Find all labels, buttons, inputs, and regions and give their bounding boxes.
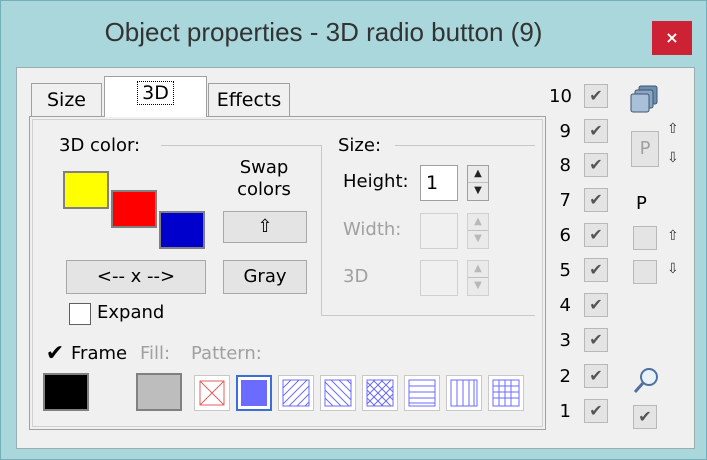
- layer-number: 4: [559, 295, 571, 316]
- layer-checkbox[interactable]: ✔: [584, 119, 608, 143]
- layer-number: 8: [559, 155, 571, 176]
- pattern-vertical-icon: [450, 379, 478, 407]
- tab-size[interactable]: Size: [31, 83, 102, 116]
- layer-checkbox[interactable]: ✔: [584, 153, 608, 177]
- frame-color-swatch[interactable]: [43, 373, 89, 411]
- pattern-grid-icon: [492, 379, 520, 407]
- fill-label: Fill:: [140, 343, 171, 364]
- spin-up-icon[interactable]: ▲: [468, 214, 488, 231]
- title-bar[interactable]: Object properties - 3D radio button (9) …: [1, 1, 706, 73]
- expand-label: Expand: [97, 302, 165, 323]
- layer-number: 3: [559, 330, 571, 351]
- width-spinner[interactable]: ▲ ▼: [467, 213, 489, 249]
- pattern-grid[interactable]: [488, 375, 524, 411]
- pattern-none[interactable]: [194, 375, 230, 411]
- size-group-left-line: [321, 145, 322, 315]
- frame-checkbox[interactable]: ✔: [44, 343, 66, 366]
- d3-size-spinner[interactable]: ▲ ▼: [467, 260, 489, 296]
- size-group-top-line: [395, 145, 535, 146]
- pattern-diagonal-down-icon: [324, 379, 352, 407]
- pattern-diagonal-up-icon: [282, 379, 310, 407]
- layer-checkbox[interactable]: ✔: [584, 399, 608, 423]
- layer-number: 2: [559, 366, 571, 387]
- p-button[interactable]: P: [631, 131, 659, 167]
- swap-colors-label-2: colors: [237, 179, 291, 200]
- pattern-cross-diagonal-icon: [366, 379, 394, 407]
- layer-number: 7: [559, 190, 571, 211]
- move-down-checkbox[interactable]: [633, 260, 657, 284]
- swap-colors-label-1: Swap: [239, 157, 289, 178]
- pattern-label: Pattern:: [191, 343, 262, 364]
- zoom-checkbox[interactable]: ✔: [633, 405, 657, 429]
- layer-number: 6: [559, 225, 571, 246]
- move-up-checkbox[interactable]: [633, 226, 657, 250]
- color-swatch-yellow[interactable]: [63, 171, 109, 209]
- arrow-up-icon: ⇧: [257, 216, 273, 237]
- size-group-bottom-line: [321, 315, 535, 316]
- pattern-solid[interactable]: [236, 375, 272, 411]
- pattern-solid-icon: [241, 380, 267, 406]
- spin-down-icon[interactable]: ▼: [468, 231, 488, 248]
- pattern-diagonal-up[interactable]: [278, 375, 314, 411]
- arrow-up-icon[interactable]: ⇧: [667, 228, 679, 244]
- pattern-horizontal[interactable]: [404, 375, 440, 411]
- pattern-none-icon: [199, 380, 225, 406]
- layer-checkbox[interactable]: ✔: [584, 328, 608, 352]
- size-heading: Size:: [338, 135, 382, 156]
- expand-checkbox[interactable]: [69, 303, 91, 325]
- layer-checkbox[interactable]: ✔: [584, 223, 608, 247]
- height-label: Height:: [343, 171, 409, 192]
- window-title: Object properties - 3D radio button (9): [104, 17, 543, 47]
- fill-color-swatch[interactable]: [136, 373, 182, 411]
- pattern-horizontal-icon: [408, 379, 436, 407]
- arrow-up-icon[interactable]: ⇧: [667, 121, 679, 137]
- spin-down-icon[interactable]: ▼: [468, 183, 488, 200]
- color-swatch-blue[interactable]: [159, 211, 205, 249]
- close-button[interactable]: ×: [652, 21, 692, 55]
- height-input[interactable]: 1: [420, 165, 458, 201]
- layer-checkbox[interactable]: ✔: [584, 258, 608, 282]
- layer-number: 10: [549, 86, 572, 107]
- frame-label: Frame: [71, 343, 128, 364]
- layers-icon[interactable]: [629, 84, 661, 118]
- color3d-group-line: [161, 145, 321, 146]
- arrow-down-icon[interactable]: ⇩: [667, 261, 679, 277]
- layer-number: 9: [559, 121, 571, 142]
- arrow-down-icon[interactable]: ⇩: [667, 150, 679, 166]
- swap-colors-button[interactable]: ⇧: [223, 211, 307, 243]
- width-input[interactable]: [420, 213, 458, 249]
- layer-checkbox[interactable]: ✔: [584, 188, 608, 212]
- pattern-cross-diagonal[interactable]: [362, 375, 398, 411]
- color3d-heading: 3D color:: [59, 135, 141, 156]
- magnifier-icon[interactable]: [631, 366, 661, 400]
- layer-checkbox[interactable]: ✔: [584, 84, 608, 108]
- layer-number: 1: [559, 401, 571, 422]
- width-label: Width:: [343, 219, 402, 240]
- d3-size-label: 3D: [343, 266, 369, 287]
- gray-button[interactable]: Gray: [223, 260, 307, 294]
- exchange-colors-button[interactable]: <-- x -->: [66, 260, 206, 294]
- tab-3d[interactable]: 3D: [104, 76, 207, 117]
- pattern-diagonal-down[interactable]: [320, 375, 356, 411]
- pattern-vertical[interactable]: [446, 375, 482, 411]
- layer-checkbox[interactable]: ✔: [584, 364, 608, 388]
- dialog-window: Object properties - 3D radio button (9) …: [0, 0, 707, 460]
- spin-up-icon[interactable]: ▲: [468, 261, 488, 278]
- spin-down-icon[interactable]: ▼: [468, 278, 488, 295]
- layer-number: 5: [559, 260, 571, 281]
- client-area: Size 3D Effects 3D color: Swap colors ⇧ …: [16, 67, 695, 449]
- tab-3d-label: 3D: [137, 81, 174, 105]
- spin-up-icon[interactable]: ▲: [468, 166, 488, 183]
- d3-size-input[interactable]: [420, 260, 458, 296]
- height-spinner[interactable]: ▲ ▼: [467, 165, 489, 201]
- layer-checkbox[interactable]: ✔: [584, 293, 608, 317]
- color-swatch-red[interactable]: [111, 190, 157, 228]
- p-label: P: [636, 193, 647, 214]
- tab-effects[interactable]: Effects: [208, 83, 290, 116]
